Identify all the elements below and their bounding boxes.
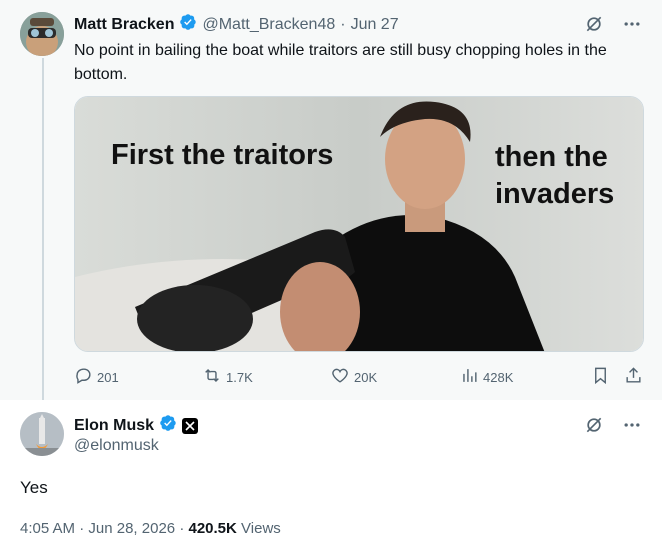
separator-dot: · [340,15,346,33]
tweet-date[interactable]: Jun 28, 2026 [88,520,175,537]
reply-count: 201 [97,369,119,385]
like-button[interactable]: 20K [330,366,377,388]
main-tweet-header: Elon Musk [74,414,199,437]
x-affiliate-badge-icon[interactable] [182,417,199,434]
media-illustration [75,97,643,351]
views-chart-icon [460,366,479,388]
like-icon [330,366,350,388]
repost-count: 1.7K [226,369,253,385]
like-count: 20K [354,369,378,385]
bookmark-button[interactable] [591,366,610,388]
grok-icon[interactable] [584,14,604,39]
tweet-metadata: 4:05 AM · Jun 28, 2026 · 420.5K Views [20,520,281,537]
main-tweet-top-actions [584,415,642,440]
share-button[interactable] [624,366,643,388]
avatar-image [20,12,64,56]
more-options-icon[interactable] [622,14,642,39]
verified-badge-icon [179,13,197,36]
more-options-icon[interactable] [622,415,642,440]
separator-dot: · [179,520,185,537]
tweet-text: Yes [20,478,48,497]
verified-badge-icon [159,414,177,437]
tweet-media-image[interactable]: First the traitors then the invaders [74,96,644,352]
author-name[interactable]: Matt Bracken [74,16,174,34]
thread-line [42,58,44,400]
tweet-text: No point in bailing the boat while trait… [74,42,607,83]
views-button[interactable]: 428K [460,366,513,388]
avatar[interactable] [20,412,64,456]
grok-icon[interactable] [584,415,604,440]
reply-button[interactable]: 201 [74,366,119,388]
views-count: 428K [483,369,514,385]
author-handle[interactable]: @Matt_Bracken48 [202,16,335,34]
repost-button[interactable]: 1.7K [202,366,253,388]
avatar[interactable] [20,12,64,56]
image-caption-right: then the invaders [495,141,615,210]
views-count: 420.5K [188,520,237,537]
avatar-image [20,412,64,456]
bookmark-icon [591,366,610,388]
views-label: Views [241,520,281,537]
reply-icon [74,366,93,388]
author-handle[interactable]: @elonmusk [74,437,159,455]
tweet-action-bar: 201 1.7K 20K 428K [74,366,644,390]
tweet-date[interactable]: Jun 27 [351,16,399,34]
author-name[interactable]: Elon Musk [74,417,154,435]
image-caption-left: First the traitors [111,139,334,171]
quoted-tweet-header: Matt Bracken @Matt_Bracken48 · Jun 27 [74,13,399,36]
separator-dot: · [79,520,85,537]
quoted-tweet-top-actions [584,14,642,39]
repost-icon [202,366,222,388]
tweet-time[interactable]: 4:05 AM [20,520,75,537]
share-icon [624,366,643,388]
